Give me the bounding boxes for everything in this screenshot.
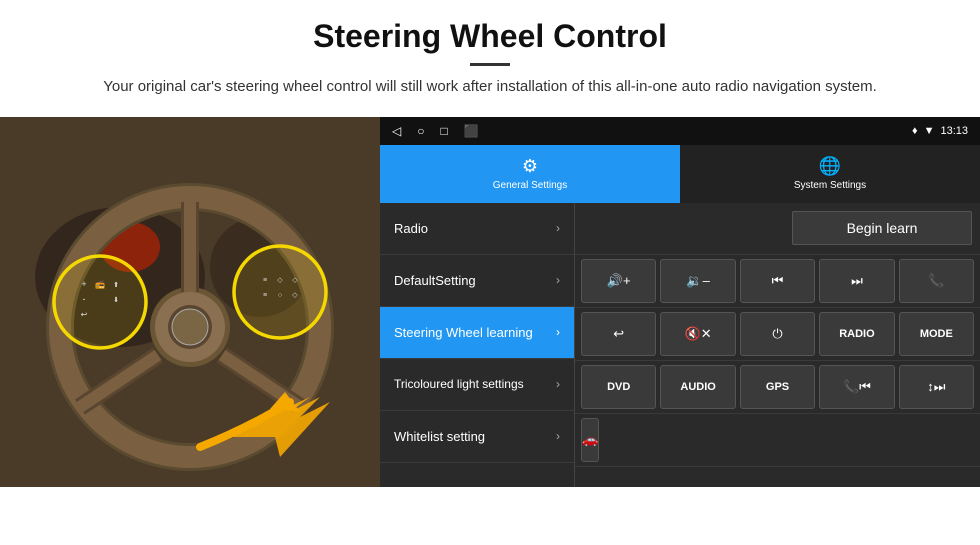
phone-button[interactable]: 📞 [899, 259, 974, 303]
dvd-button[interactable]: DVD [581, 365, 656, 409]
next-track-icon: ⏭ [851, 273, 863, 289]
volume-up-icon: 🔊+ [607, 273, 631, 289]
tab-system-label: System Settings [794, 180, 866, 191]
gps-button[interactable]: GPS [740, 365, 815, 409]
control-panel: Begin learn 🔊+ 🔉– ⏮ ⏭ [575, 203, 980, 487]
time-display: 13:13 [940, 125, 968, 137]
svg-text:-: - [83, 294, 86, 304]
svg-text:≡: ≡ [263, 277, 267, 284]
phone-icon: 📞 [928, 273, 944, 289]
divider [470, 63, 510, 66]
screen-content: Radio › DefaultSetting › Steering Wheel … [380, 203, 980, 487]
subtitle: Your original car's steering wheel contr… [100, 76, 880, 99]
svg-text:◇: ◇ [292, 277, 298, 284]
svg-text:+: + [81, 279, 86, 289]
begin-learn-row: Begin learn [575, 203, 980, 255]
chevron-icon-whitelist: › [556, 429, 560, 443]
shuffle-next-icon: ↕⏭ [927, 379, 945, 395]
control-row-4: 🚗 [575, 414, 980, 467]
gear-icon: ⚙ [522, 156, 538, 177]
mute-icon: 🔇✕ [685, 326, 712, 342]
screenshot-icon[interactable]: ⬛ [464, 124, 479, 138]
svg-text:⬆: ⬆ [113, 281, 119, 289]
radio-button[interactable]: RADIO [819, 312, 894, 356]
svg-text:◇: ◇ [277, 277, 283, 284]
audio-label: AUDIO [680, 381, 715, 393]
audio-button[interactable]: AUDIO [660, 365, 735, 409]
prev-track-button[interactable]: ⏮ [740, 259, 815, 303]
power-icon: ⏻ [772, 326, 782, 342]
mute-button[interactable]: 🔇✕ [660, 312, 735, 356]
menu-item-whitelist[interactable]: Whitelist setting › [380, 411, 574, 463]
mode-label: MODE [920, 328, 953, 340]
tab-general-label: General Settings [493, 180, 568, 191]
car-image-panel: + - 📻 ⬆ ⬇ ↩ ≡ ◇ ◇ ≡ ○ ◇ [0, 117, 380, 487]
menu-item-tricoloured[interactable]: Tricoloured light settings › [380, 359, 574, 411]
shuffle-next-button[interactable]: ↕⏭ [899, 365, 974, 409]
recent-icon[interactable]: □ [440, 124, 447, 138]
hang-up-button[interactable]: ↩ [581, 312, 656, 356]
hang-up-icon: ↩ [613, 326, 624, 342]
radio-label: RADIO [839, 328, 874, 340]
svg-text:📻: 📻 [95, 280, 105, 289]
menu-steering-label: Steering Wheel learning [394, 325, 533, 340]
tab-bar: ⚙ General Settings 🌐 System Settings [380, 145, 980, 203]
svg-text:≡: ≡ [263, 292, 267, 299]
begin-learn-button[interactable]: Begin learn [792, 211, 972, 245]
menu-item-steering[interactable]: Steering Wheel learning › [380, 307, 574, 359]
car-button[interactable]: 🚗 [581, 418, 599, 462]
header-section: Steering Wheel Control Your original car… [0, 0, 980, 109]
menu-whitelist-label: Whitelist setting [394, 429, 485, 444]
globe-icon: 🌐 [819, 156, 841, 177]
svg-text:◇: ◇ [292, 292, 298, 299]
steering-wheel-svg: + - 📻 ⬆ ⬇ ↩ ≡ ◇ ◇ ≡ ○ ◇ [0, 117, 380, 487]
menu-radio-label: Radio [394, 221, 428, 236]
gps-label: GPS [766, 381, 789, 393]
menu-panel: Radio › DefaultSetting › Steering Wheel … [380, 203, 575, 487]
content-area: + - 📻 ⬆ ⬇ ↩ ≡ ◇ ◇ ≡ ○ ◇ ◁ ○ [0, 117, 980, 487]
menu-tricoloured-label: Tricoloured light settings [394, 377, 524, 391]
phone-prev-icon: 📞⏮ [843, 379, 871, 395]
chevron-icon-radio: › [556, 221, 560, 235]
prev-track-icon: ⏮ [772, 273, 784, 289]
volume-down-button[interactable]: 🔉– [660, 259, 735, 303]
svg-text:↩: ↩ [81, 310, 88, 319]
phone-prev-button[interactable]: 📞⏮ [819, 365, 894, 409]
power-button[interactable]: ⏻ [740, 312, 815, 356]
chevron-icon-tricoloured: › [556, 377, 560, 391]
control-row-1: 🔊+ 🔉– ⏮ ⏭ 📞 [575, 255, 980, 308]
mode-button[interactable]: MODE [899, 312, 974, 356]
chevron-icon-default: › [556, 273, 560, 287]
device-screen: ◁ ○ □ ⬛ ♦ ▼ 13:13 ⚙ General Settings 🌐 S… [380, 117, 980, 487]
home-icon[interactable]: ○ [417, 124, 424, 138]
svg-text:⬇: ⬇ [113, 296, 119, 304]
next-track-button[interactable]: ⏭ [819, 259, 894, 303]
chevron-icon-steering: › [556, 325, 560, 339]
menu-default-label: DefaultSetting [394, 273, 476, 288]
tab-system[interactable]: 🌐 System Settings [680, 145, 980, 203]
svg-text:○: ○ [278, 292, 282, 299]
car-icon: 🚗 [582, 432, 598, 448]
dvd-label: DVD [607, 381, 630, 393]
wifi-icon: ▼ [924, 125, 935, 137]
volume-down-icon: 🔉– [686, 273, 709, 289]
menu-item-default[interactable]: DefaultSetting › [380, 255, 574, 307]
control-row-3: DVD AUDIO GPS 📞⏮ ↕⏭ [575, 361, 980, 414]
menu-item-radio[interactable]: Radio › [380, 203, 574, 255]
status-right: ♦ ▼ 13:13 [912, 125, 968, 137]
tab-general[interactable]: ⚙ General Settings [380, 145, 680, 203]
page-title: Steering Wheel Control [60, 18, 920, 55]
nav-icons: ◁ ○ □ ⬛ [392, 124, 479, 138]
back-icon[interactable]: ◁ [392, 124, 401, 138]
location-icon: ♦ [912, 125, 918, 137]
control-row-2: ↩ 🔇✕ ⏻ RADIO MODE [575, 308, 980, 361]
volume-up-button[interactable]: 🔊+ [581, 259, 656, 303]
status-bar: ◁ ○ □ ⬛ ♦ ▼ 13:13 [380, 117, 980, 145]
